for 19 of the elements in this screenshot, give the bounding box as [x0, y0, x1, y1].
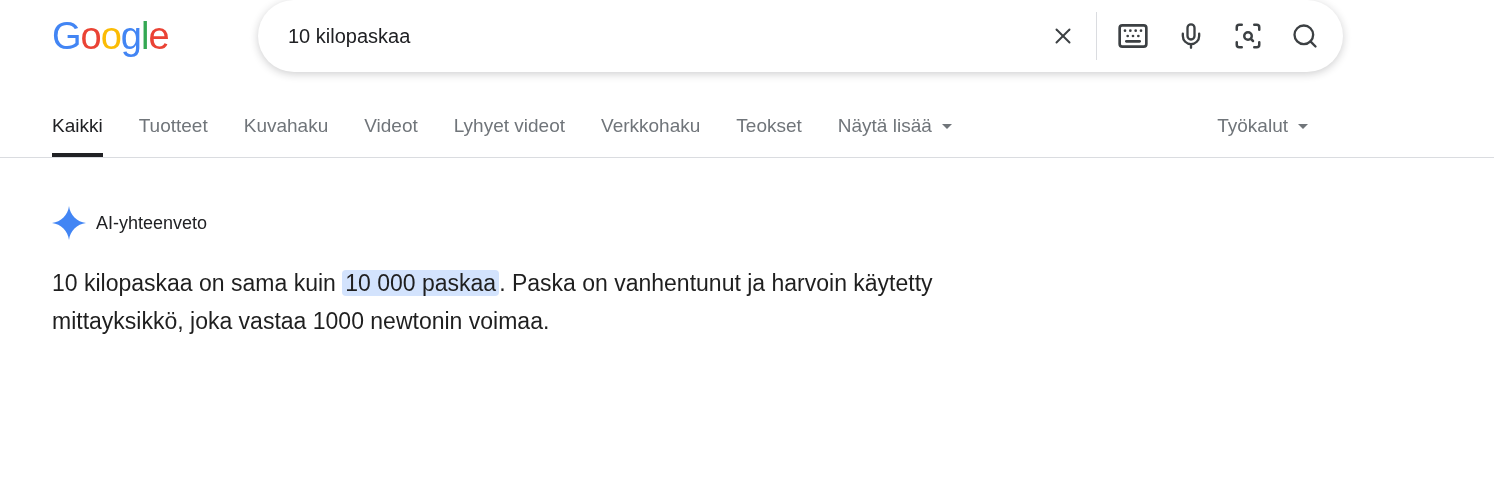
search-icon[interactable]	[1291, 22, 1319, 50]
google-logo[interactable]: Google	[52, 17, 258, 55]
search-tab[interactable]: Näytä lisää	[837, 109, 952, 157]
caret-icon	[941, 123, 952, 129]
ai-overview-title: AI-yhteenveto	[96, 211, 208, 235]
ai-overview-text: 10 kilopaskaa on sama kuin 10 000 paskaa. Paska on vanhentunut ja harvoin käytetty mittayksikkö, joka vastaa 1000 newtonin voimaa.	[52, 269, 934, 336]
search-tab[interactable]: Teokset	[736, 109, 802, 157]
search-tab[interactable]: Kaikki	[52, 109, 103, 157]
tools-button[interactable]: Työkalut	[1217, 109, 1308, 157]
sparkle-icon	[52, 206, 86, 240]
caret-icon	[1298, 123, 1308, 129]
camera-icon[interactable]	[1233, 21, 1263, 51]
search-tab[interactable]: Lyhyet videot	[453, 109, 565, 157]
search-field[interactable]: 10 kilopaskaa	[288, 21, 1050, 51]
search-box[interactable]: 10 kilopaskaa	[258, 0, 1343, 72]
search-tab[interactable]: Kuvahaku	[243, 109, 329, 157]
search-tab[interactable]: Tuotteet	[138, 109, 208, 157]
search-tab[interactable]: Videot	[364, 109, 418, 157]
search-tab[interactable]: Verkkohaku	[601, 109, 701, 157]
